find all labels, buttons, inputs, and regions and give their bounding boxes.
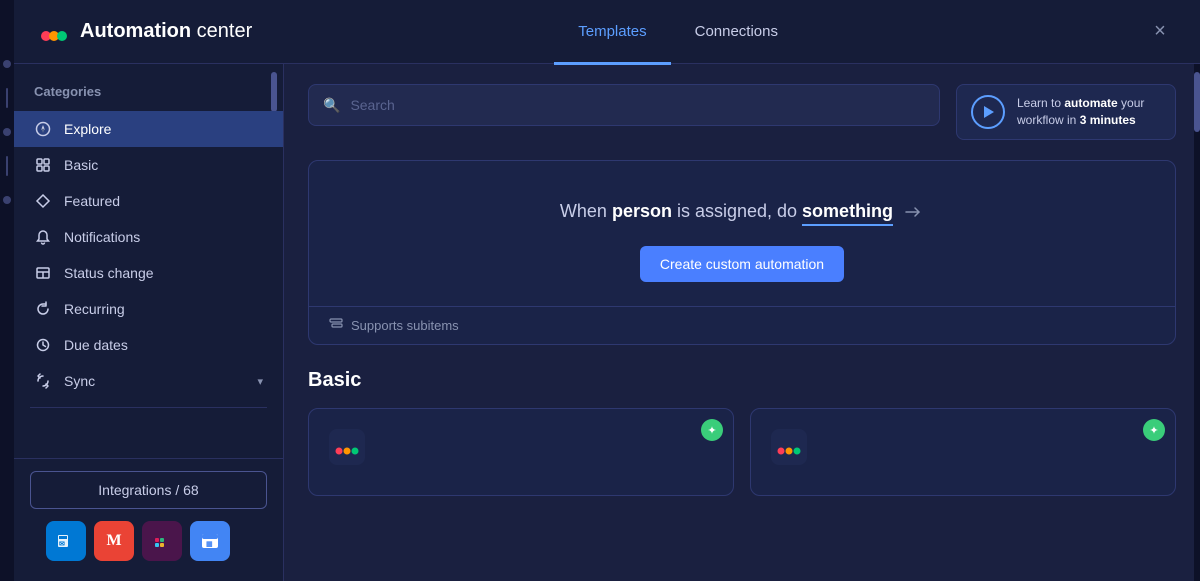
left-edge-sidebar [0, 0, 14, 581]
search-icon: 🔍 [323, 97, 340, 114]
learn-card-text: Learn to automate your workflow in 3 min… [1017, 95, 1144, 129]
basic-section-heading: Basic [308, 369, 1176, 392]
chevron-down-icon: ▾ [257, 375, 263, 388]
sidebar-scroll-area: Categories Explore [14, 64, 283, 458]
sidebar-item-featured-label: Featured [64, 193, 120, 209]
header-tabs: Templates Connections [212, 0, 1144, 64]
automation-cards-grid: ✦ ✦ [308, 408, 1176, 496]
integration-icons-row: ✉ M [30, 509, 267, 569]
sidebar-item-due-dates-label: Due dates [64, 337, 128, 353]
main-top-bar: 🔍 Learn to automate your workflow in 3 m… [308, 84, 1176, 140]
sparkle-badge-1: ✦ [701, 419, 723, 441]
play-triangle-icon [984, 106, 994, 118]
sidebar-item-sync[interactable]: Sync ▾ [14, 363, 283, 399]
sidebar-divider [30, 407, 267, 408]
sidebar-item-recurring-label: Recurring [64, 301, 125, 317]
edge-dot [3, 196, 11, 204]
integrations-button[interactable]: Integrations / 68 [30, 471, 267, 509]
compass-icon [34, 120, 52, 138]
sidebar-item-status-label: Status change [64, 265, 154, 281]
modal-header: Automation center Templates Connections … [14, 0, 1200, 64]
create-custom-automation-button[interactable]: Create custom automation [640, 246, 844, 282]
svg-text:▦: ▦ [206, 541, 213, 548]
sidebar-item-notifications-label: Notifications [64, 229, 140, 245]
edge-line [6, 88, 8, 108]
automation-sentence: When person is assigned, do something [560, 201, 924, 226]
sidebar-item-sync-label: Sync [64, 373, 95, 389]
edge-line [6, 156, 8, 176]
learn-video-card[interactable]: Learn to automate your workflow in 3 min… [956, 84, 1176, 140]
subitems-icon [329, 317, 343, 334]
sidebar: Categories Explore [14, 64, 284, 581]
sidebar-item-due-dates[interactable]: Due dates [14, 327, 283, 363]
search-bar[interactable]: 🔍 [308, 84, 940, 126]
edge-dot [3, 60, 11, 68]
template-card-2[interactable]: ✦ [750, 408, 1176, 496]
right-scrollbar[interactable] [1194, 64, 1200, 581]
monday-logo-icon [38, 16, 70, 48]
diamond-icon [34, 192, 52, 210]
sparkle-badge-2: ✦ [1143, 419, 1165, 441]
custom-automation-card: When person is assigned, do something Cr… [308, 160, 1176, 345]
sidebar-item-explore-label: Explore [64, 121, 111, 137]
bell-icon [34, 228, 52, 246]
svg-text:✉: ✉ [59, 541, 65, 548]
card-logo-1 [329, 429, 365, 465]
gmail-letter: M [106, 532, 121, 550]
grid-icon [34, 156, 52, 174]
close-button[interactable]: × [1144, 16, 1176, 48]
card-footer: Supports subitems [309, 306, 1175, 344]
slack-icon[interactable] [142, 521, 182, 561]
main-content: 🔍 Learn to automate your workflow in 3 m… [284, 64, 1200, 581]
sidebar-item-status-change[interactable]: Status change [14, 255, 283, 291]
outlook-icon[interactable]: ✉ [46, 521, 86, 561]
google-calendar-icon[interactable]: ▦ [190, 521, 230, 561]
play-button[interactable] [971, 95, 1005, 129]
gmail-icon[interactable]: M [94, 521, 134, 561]
sidebar-item-notifications[interactable]: Notifications [14, 219, 283, 255]
sidebar-item-basic[interactable]: Basic [14, 147, 283, 183]
sidebar-item-recurring[interactable]: Recurring [14, 291, 283, 327]
scroll-indicator [271, 72, 277, 112]
custom-automation-inner: When person is assigned, do something Cr… [309, 161, 1175, 306]
sidebar-bottom: Integrations / 68 ✉ M [14, 458, 283, 581]
clock-icon [34, 336, 52, 354]
table-icon [34, 264, 52, 282]
sidebar-item-basic-label: Basic [64, 157, 98, 173]
categories-label: Categories [14, 80, 283, 111]
tab-templates[interactable]: Templates [554, 1, 670, 65]
automation-modal: Automation center Templates Connections … [14, 0, 1200, 581]
card-logo-2 [771, 429, 807, 465]
sidebar-item-explore[interactable]: Explore [14, 111, 283, 147]
search-input[interactable] [350, 97, 925, 113]
modal-body: Categories Explore [14, 64, 1200, 581]
tab-connections[interactable]: Connections [671, 1, 802, 65]
sync-icon [34, 372, 52, 390]
supports-subitems-label: Supports subitems [351, 318, 459, 333]
sidebar-item-featured[interactable]: Featured [14, 183, 283, 219]
refresh-icon [34, 300, 52, 318]
scrollbar-thumb [1194, 72, 1200, 132]
template-card-1[interactable]: ✦ [308, 408, 734, 496]
edge-dot [3, 128, 11, 136]
